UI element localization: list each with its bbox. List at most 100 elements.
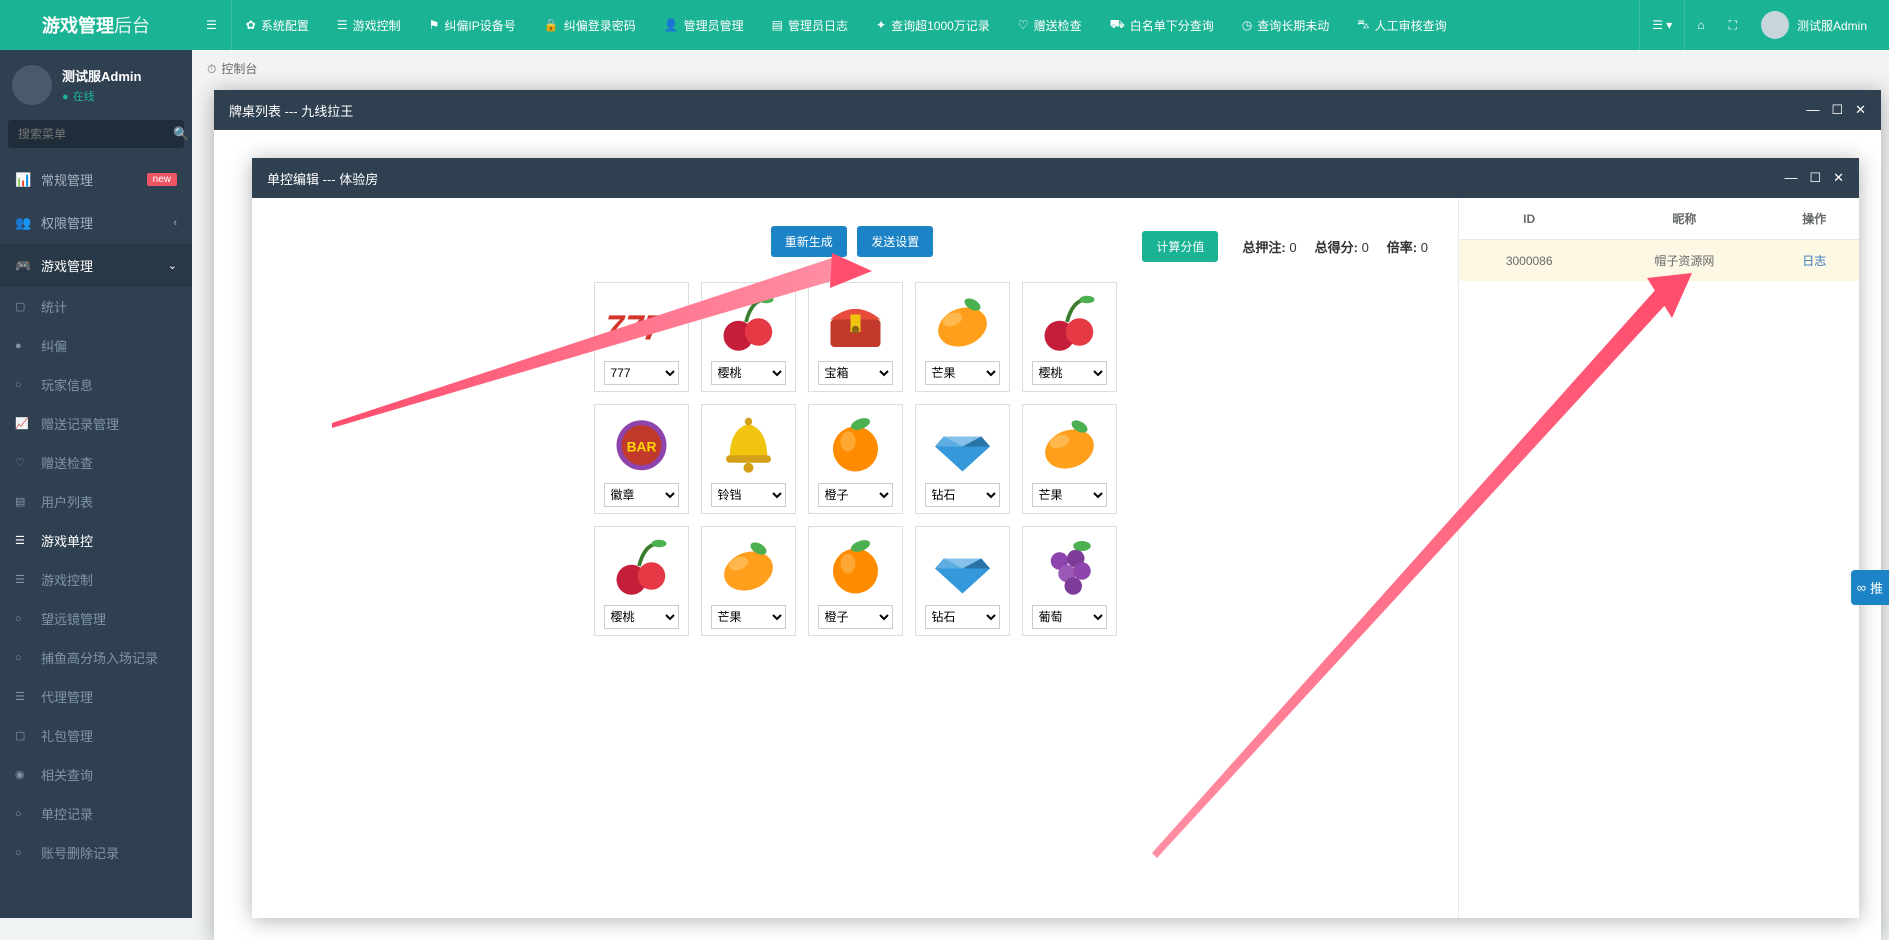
topnav-item-1[interactable]: ☰游戏控制 xyxy=(323,0,415,50)
dashboard-icon: ⏱ xyxy=(207,62,216,76)
menu-item-2[interactable]: 🎮游戏管理⌄ xyxy=(0,244,192,287)
submenu-label: 统计 xyxy=(41,297,67,316)
search-icon[interactable]: 🔍 xyxy=(173,126,189,142)
submenu-icon: ▢ xyxy=(15,300,33,313)
submenu-item-13[interactable]: ○单控记录 xyxy=(0,794,192,833)
col-nick: 昵称 xyxy=(1599,198,1769,240)
slot-select[interactable]: 橙子 xyxy=(818,483,893,507)
main-panel: 重新生成 发送设置 计算分值 总押注: 0 总得分: 0 倍率: 0 77777… xyxy=(252,198,1459,918)
slot-icon-樱桃 xyxy=(604,536,679,598)
sidebar-status: 在线 xyxy=(62,88,141,104)
regenerate-button[interactable]: 重新生成 xyxy=(771,226,847,257)
user-menu[interactable]: 测试服Admin xyxy=(1749,0,1879,50)
logo[interactable]: 游戏管理后台 xyxy=(0,0,192,50)
submenu-icon: ☰ xyxy=(15,690,33,703)
topnav-item-10[interactable]: ⛍人工审核查询 xyxy=(1343,0,1460,50)
stats: 计算分值 总押注: 0 总得分: 0 倍率: 0 xyxy=(1142,231,1428,262)
submenu-item-11[interactable]: ▢礼包管理 xyxy=(0,716,192,755)
menu-item-1[interactable]: 👥权限管理‹ xyxy=(0,201,192,244)
search-input[interactable] xyxy=(18,127,173,141)
side-panel: ID 昵称 操作 3000086 帽子资源网 日志 xyxy=(1459,198,1859,918)
topnav-item-5[interactable]: ▤管理员日志 xyxy=(758,0,862,50)
maximize-icon[interactable]: ☐ xyxy=(1831,102,1843,118)
submenu-item-1[interactable]: ●纠偏 xyxy=(0,326,192,365)
fullscreen-button[interactable]: ⛶ xyxy=(1717,0,1749,50)
submenu-item-5[interactable]: ▤用户列表 xyxy=(0,482,192,521)
topnav-item-2[interactable]: ⚑纠偏IP设备号 xyxy=(415,0,530,50)
dialog-single-control: 单控编辑 --- 体验房 — ☐ ✕ 重新生成 发送设置 计算分值 总押注: 0… xyxy=(252,158,1859,918)
send-settings-button[interactable]: 发送设置 xyxy=(857,226,933,257)
dialog-header[interactable]: 牌桌列表 --- 九线拉王 — ☐ ✕ xyxy=(214,90,1881,130)
topnav-item-6[interactable]: ✦查询超1000万记录 xyxy=(862,0,1004,50)
submenu-item-10[interactable]: ☰代理管理 xyxy=(0,677,192,716)
slot-icon-樱桃 xyxy=(711,292,786,354)
close-icon[interactable]: ✕ xyxy=(1855,102,1866,118)
slot-select[interactable]: 樱桃 xyxy=(1032,361,1107,385)
slot-icon-钻石 xyxy=(925,536,1000,598)
submenu-item-0[interactable]: ▢ 统计 xyxy=(0,287,192,326)
user-icon: 👤 xyxy=(664,18,679,32)
submenu-item-9[interactable]: ○捕鱼高分场入场记录 xyxy=(0,638,192,677)
minimize-icon[interactable]: — xyxy=(1806,102,1819,118)
submenu-icon: ▤ xyxy=(15,495,33,508)
col-op: 操作 xyxy=(1769,198,1859,240)
submenu-label: 游戏单控 xyxy=(41,531,93,550)
topnav-item-0[interactable]: ✿系统配置 xyxy=(232,0,323,50)
cell-id: 3000086 xyxy=(1459,240,1599,282)
slot-cell-1-2: 橙子 xyxy=(808,404,903,514)
floating-action[interactable]: ∞推 xyxy=(1851,570,1889,605)
slot-select[interactable]: 樱桃 xyxy=(604,605,679,629)
home-button[interactable]: ⌂ xyxy=(1685,0,1716,50)
slot-row-1: BAR 徽章 铃铛 橙子 钻石 芒果 xyxy=(594,404,1117,514)
share-icon: ∞ xyxy=(1857,580,1866,595)
submenu-label: 赠送检查 xyxy=(41,453,93,472)
slot-select[interactable]: 葡萄 xyxy=(1032,605,1107,629)
menu-icon: 📊 xyxy=(15,172,33,188)
topnav-item-9[interactable]: ◷查询长期未动 xyxy=(1228,0,1344,50)
slot-select[interactable]: 芒果 xyxy=(925,361,1000,385)
slot-select[interactable]: 宝箱 xyxy=(818,361,893,385)
submenu-item-12[interactable]: ◉相关查询 xyxy=(0,755,192,794)
col-id: ID xyxy=(1459,198,1599,240)
maximize-icon[interactable]: ☐ xyxy=(1809,170,1821,186)
slot-cell-2-1: 芒果 xyxy=(701,526,796,636)
submenu-icon: ☰ xyxy=(15,534,33,547)
slot-icon-徽章: BAR xyxy=(604,414,679,476)
topnav-item-8[interactable]: ⛟白名单下分查询 xyxy=(1096,0,1228,50)
slot-select[interactable]: 樱桃 xyxy=(711,361,786,385)
submenu-icon: ○ xyxy=(15,847,33,859)
log-link[interactable]: 日志 xyxy=(1802,254,1826,268)
menu-item-0[interactable]: 📊常规管理new xyxy=(0,158,192,201)
slot-row-2: 樱桃 芒果 橙子 钻石 葡萄 xyxy=(594,526,1117,636)
topnav-item-7[interactable]: ♡赠送检查 xyxy=(1004,0,1096,50)
submenu-item-8[interactable]: ○望远镜管理 xyxy=(0,599,192,638)
submenu-item-6[interactable]: ☰ 游戏单控 xyxy=(0,521,192,560)
close-icon[interactable]: ✕ xyxy=(1833,170,1844,186)
slot-select[interactable]: 芒果 xyxy=(1032,483,1107,507)
slot-select[interactable]: 铃铛 xyxy=(711,483,786,507)
bars-icon: ☰ xyxy=(206,18,217,32)
search-box[interactable]: 🔍 xyxy=(8,120,184,148)
slot-select[interactable]: 777 xyxy=(604,361,679,385)
calculate-button[interactable]: 计算分值 xyxy=(1142,231,1218,262)
submenu-item-3[interactable]: 📈赠送记录管理 xyxy=(0,404,192,443)
slot-select[interactable]: 橙子 xyxy=(818,605,893,629)
dialog-header[interactable]: 单控编辑 --- 体验房 — ☐ ✕ xyxy=(252,158,1859,198)
menu-dropdown[interactable]: ☰ ▾ xyxy=(1639,0,1685,50)
submenu-item-14[interactable]: ○ 账号删除记录 xyxy=(0,833,192,872)
slot-select[interactable]: 钻石 xyxy=(925,483,1000,507)
topnav-item-3[interactable]: 🔒纠偏登录密码 xyxy=(530,0,650,50)
submenu-item-7[interactable]: ☰游戏控制 xyxy=(0,560,192,599)
dialog-title: 牌桌列表 --- 九线拉王 xyxy=(229,101,353,120)
sidebar-toggle[interactable]: ☰ xyxy=(192,0,232,50)
sidebar-user[interactable]: 测试服Admin 在线 xyxy=(0,50,192,120)
submenu-label: 账号删除记录 xyxy=(41,843,119,862)
topnav-item-4[interactable]: 👤管理员管理 xyxy=(650,0,758,50)
submenu-item-2[interactable]: ○玩家信息 xyxy=(0,365,192,404)
slot-select[interactable]: 芒果 xyxy=(711,605,786,629)
slot-select[interactable]: 徽章 xyxy=(604,483,679,507)
submenu-item-4[interactable]: ♡赠送检查 xyxy=(0,443,192,482)
slot-select[interactable]: 钻石 xyxy=(925,605,1000,629)
slot-icon-芒果 xyxy=(925,292,1000,354)
minimize-icon[interactable]: — xyxy=(1784,170,1797,186)
